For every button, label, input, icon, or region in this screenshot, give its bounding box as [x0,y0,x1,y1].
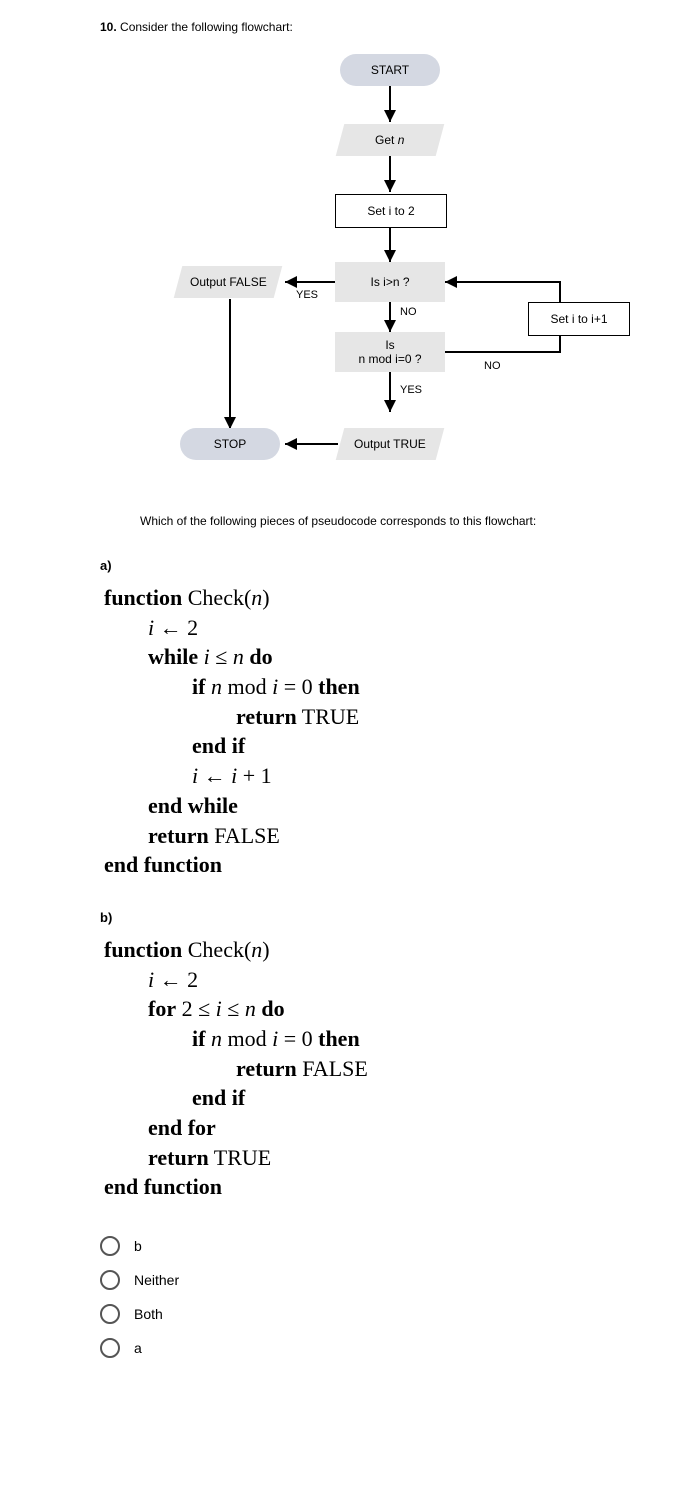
flow-start: START [340,54,440,86]
label-yes-1: YES [296,289,318,301]
option-both[interactable]: Both [100,1304,639,1324]
radio-icon [100,1338,120,1358]
radio-icon [100,1270,120,1290]
flow-stop: STOP [180,428,280,460]
option-label: Neither [134,1272,179,1288]
pseudocode-a: function Check(n) i ← 2 while i ≤ n do i… [104,583,639,880]
label-no-1: NO [400,306,417,318]
option-label: a [134,1340,142,1356]
pseudocode-b: function Check(n) i ← 2 for 2 ≤ i ≤ n do… [104,935,639,1202]
option-label: b [134,1238,142,1254]
option-neither[interactable]: Neither [100,1270,639,1290]
label-no-2: NO [484,360,501,372]
option-b[interactable]: b [100,1236,639,1256]
question-number: 10. [100,20,117,34]
flow-set-i-2: Set i to 2 [335,194,447,228]
flow-set-i-inc: Set i to i+1 [528,302,630,336]
flow-output-true: Output TRUE [336,428,445,460]
flow-get-n: Get n [336,124,445,156]
option-a[interactable]: a [100,1338,639,1358]
part-b-label: b) [100,910,639,925]
sub-question: Which of the following pieces of pseudoc… [140,514,639,528]
flow-is-mod: Is n mod i=0 ? [335,332,445,372]
radio-icon [100,1236,120,1256]
question-header: 10. Consider the following flowchart: [100,20,639,34]
radio-icon [100,1304,120,1324]
flow-output-false: Output FALSE [174,266,283,298]
part-a-label: a) [100,558,639,573]
question-text: Consider the following flowchart: [120,20,293,34]
label-yes-2: YES [400,384,422,396]
flow-is-i-gt-n: Is i>n ? [335,262,445,302]
flowchart: START Get n Set i to 2 Is i>n ? Output F… [100,44,640,484]
option-label: Both [134,1306,163,1322]
